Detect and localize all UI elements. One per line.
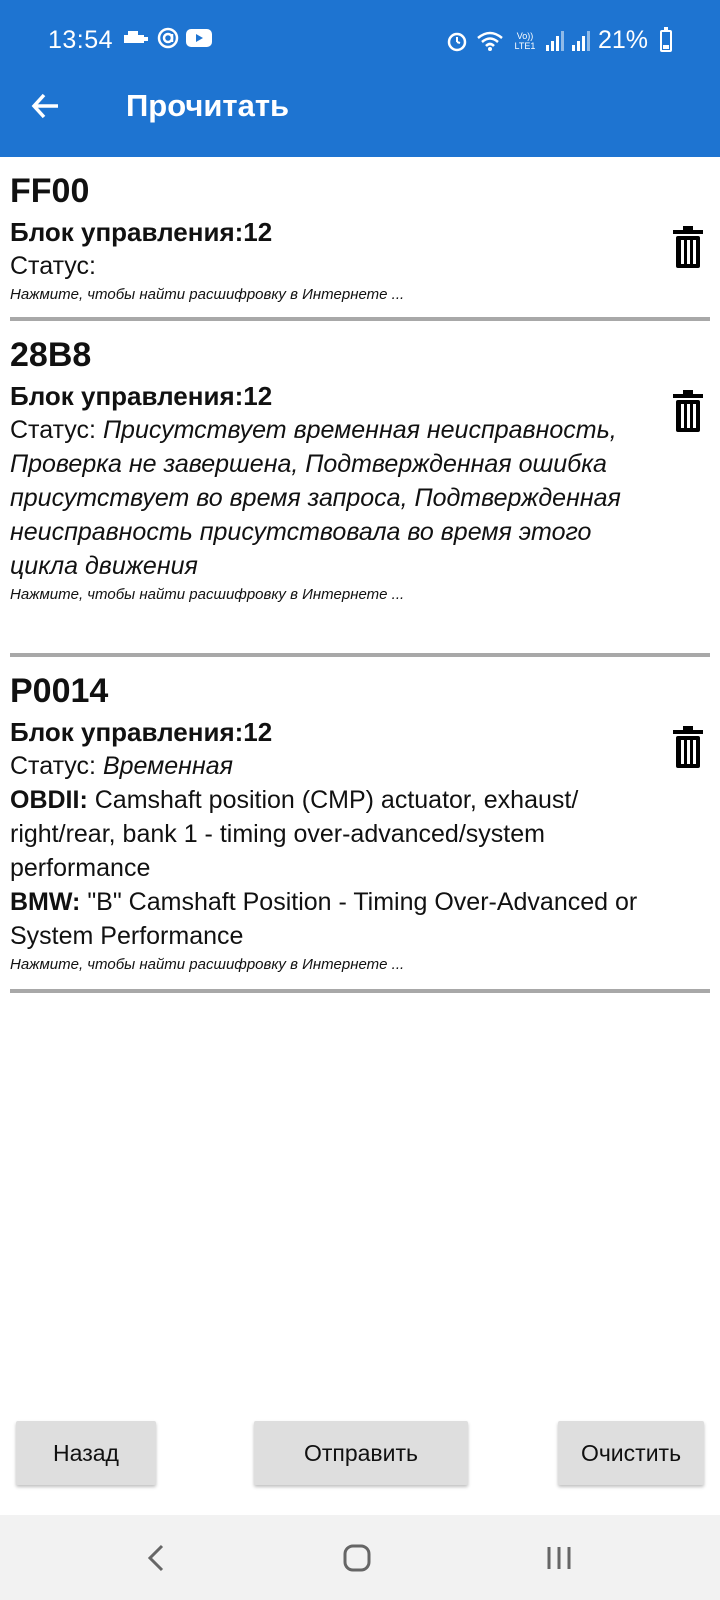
search-hint-link[interactable]: Нажмите, чтобы найти расшифровку в Интер… xyxy=(10,283,710,307)
action-buttons: Назад Отправить Очистить xyxy=(0,1421,720,1485)
trash-icon[interactable] xyxy=(672,389,704,433)
trash-icon[interactable] xyxy=(672,725,704,769)
battery-icon xyxy=(660,26,672,52)
at-icon xyxy=(157,27,179,49)
recents-nav-icon[interactable] xyxy=(545,1543,573,1573)
error-item[interactable]: FF00 Блок управления:12 Статус: Нажмите,… xyxy=(0,157,720,315)
back-nav-icon[interactable] xyxy=(146,1543,166,1573)
trash-icon[interactable] xyxy=(672,225,704,269)
error-status: Статус: Присутствует временная неисправн… xyxy=(10,413,650,583)
error-code: FF00 xyxy=(10,172,90,210)
signal-icon xyxy=(571,30,590,51)
bmw-text: "B" Camshaft Position - Timing Over-Adva… xyxy=(10,888,638,950)
status-label: Статус: xyxy=(10,752,96,780)
control-unit: Блок управления:12 xyxy=(10,217,273,247)
alarm-icon xyxy=(447,32,467,51)
search-hint-link[interactable]: Нажмите, чтобы найти расшифровку в Интер… xyxy=(10,953,710,977)
status-label: Статус: xyxy=(10,416,96,444)
bmw-description: BMW: "B" Camshaft Position - Timing Over… xyxy=(10,885,650,953)
error-item[interactable]: 28B8 Блок управления:12 Статус: Присутст… xyxy=(0,321,720,651)
status-bar: 13:54 Vo)) LTE1 21% xyxy=(0,20,720,60)
obdii-text: Camshaft position (CMP) actuator, exhaus… xyxy=(10,786,579,882)
app-bar: 13:54 Vo)) LTE1 21% Прочитать xyxy=(0,0,720,157)
clear-button[interactable]: Очистить xyxy=(558,1421,704,1485)
error-list: FF00 Блок управления:12 Статус: Нажмите,… xyxy=(0,157,720,993)
volte-icon: Vo)) LTE1 xyxy=(514,30,536,51)
page-title: Прочитать xyxy=(126,88,290,123)
home-nav-icon[interactable] xyxy=(342,1543,372,1573)
send-button[interactable]: Отправить xyxy=(254,1421,468,1485)
status-time: 13:54 xyxy=(48,26,114,54)
status-right-icons: Vo)) LTE1 21% xyxy=(446,26,672,55)
status-label: Статус: xyxy=(10,252,96,280)
youtube-icon xyxy=(186,29,212,47)
bmw-label: BMW: xyxy=(10,888,81,916)
system-nav-bar xyxy=(0,1515,720,1600)
search-hint-link[interactable]: Нажмите, чтобы найти расшифровку в Интер… xyxy=(10,583,710,607)
wifi-icon xyxy=(477,31,503,51)
error-code: P0014 xyxy=(10,672,109,710)
error-code: 28B8 xyxy=(10,336,92,374)
status-left-icons xyxy=(122,26,212,50)
divider xyxy=(10,989,710,993)
error-item[interactable]: P0014 Блок управления:12 Статус: Временн… xyxy=(0,657,720,987)
error-status: Статус: xyxy=(10,249,650,283)
obdii-label: OBDII: xyxy=(10,786,88,814)
car-icon xyxy=(124,31,148,43)
back-button[interactable]: Назад xyxy=(16,1421,156,1485)
battery-percent: 21% xyxy=(597,26,648,54)
control-unit: Блок управления:12 xyxy=(10,717,273,747)
signal-icon xyxy=(545,30,564,51)
back-arrow-icon[interactable] xyxy=(30,90,62,122)
error-status: Статус: Временная xyxy=(10,749,650,783)
status-value: Присутствует временная неисправность, Пр… xyxy=(10,416,621,580)
status-value: Временная xyxy=(102,752,233,780)
obdii-description: OBDII: Camshaft position (CMP) actuator,… xyxy=(10,783,650,885)
control-unit: Блок управления:12 xyxy=(10,381,273,411)
